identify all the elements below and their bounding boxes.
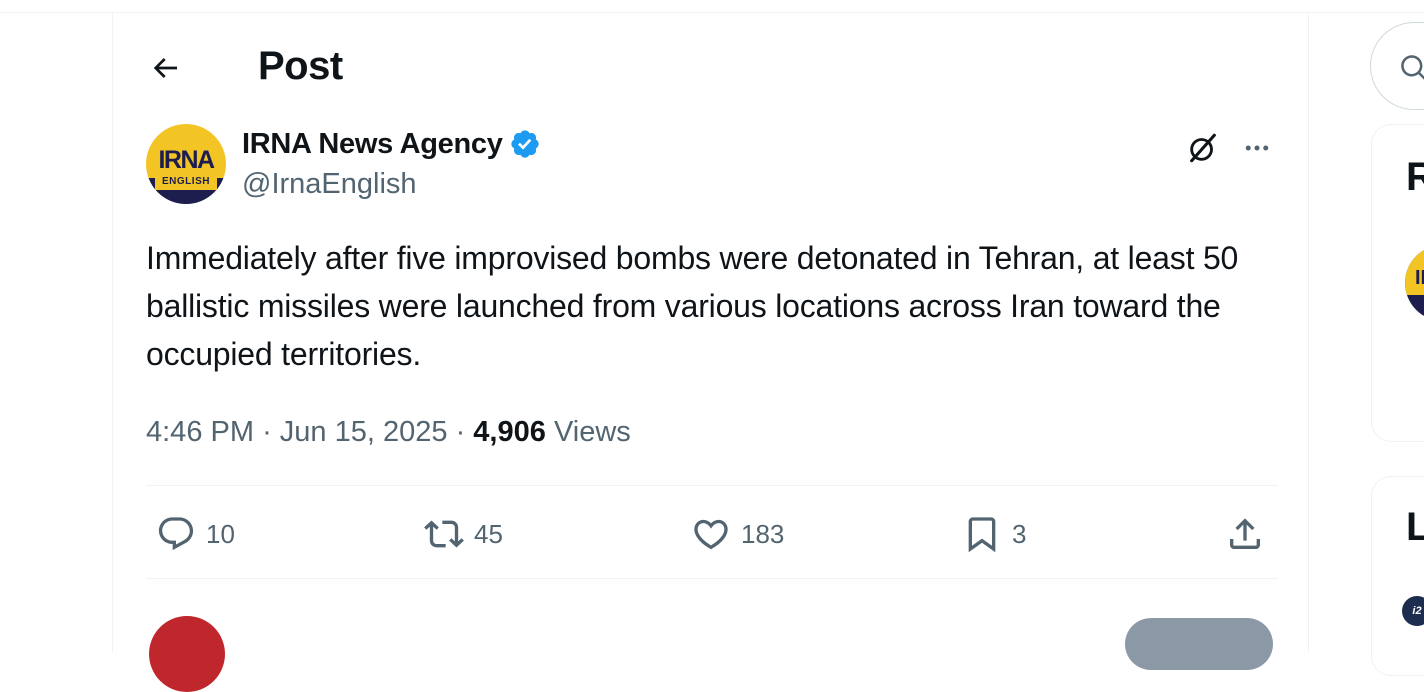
reply-submit-button[interactable]: [1125, 618, 1273, 670]
bookmark-icon: [968, 517, 996, 553]
page-title: Post: [258, 44, 343, 88]
share-button[interactable]: [1225, 510, 1265, 558]
like-button[interactable]: 183: [691, 510, 784, 558]
card-title: R: [1406, 155, 1424, 199]
post-metadata: 4:46 PM · Jun 15, 2025 · 4,906 Views: [146, 412, 631, 452]
card-title: L: [1406, 505, 1424, 549]
share-icon: [1230, 518, 1260, 549]
author-handle[interactable]: @IrnaEnglish: [242, 166, 417, 202]
card-avatar[interactable]: IR: [1405, 245, 1424, 321]
primary-column: Post IRNA ENGLISH IRNA News Agency @Irna…: [112, 12, 1309, 692]
views-label: Views: [553, 416, 631, 448]
bookmark-count: 3: [1012, 518, 1027, 549]
author-avatar[interactable]: IRNA ENGLISH: [146, 124, 226, 204]
page-header: Post: [113, 12, 1308, 120]
meta-separator: ·: [262, 416, 272, 448]
back-arrow-icon: [153, 58, 177, 78]
divider: [146, 578, 1278, 579]
trends-card: L: [1371, 476, 1424, 676]
post-date[interactable]: Jun 15, 2025: [280, 416, 448, 448]
repost-count: 45: [474, 518, 503, 549]
back-button[interactable]: [143, 46, 187, 90]
reply-button[interactable]: 10: [156, 510, 235, 558]
more-icon: [1245, 145, 1269, 151]
like-icon: [694, 519, 728, 550]
search-icon: [1401, 55, 1424, 80]
avatar-logo-subtext: ENGLISH: [155, 174, 217, 190]
author-name-link[interactable]: IRNA News Agency: [242, 126, 541, 162]
post-time[interactable]: 4:46 PM: [146, 416, 254, 448]
grok-button[interactable]: [1183, 128, 1223, 168]
current-user-avatar[interactable]: [149, 616, 225, 692]
like-count: 183: [741, 518, 785, 549]
reply-icon: [158, 517, 194, 551]
search-input[interactable]: [1370, 22, 1424, 110]
views-count: 4,906: [473, 416, 546, 448]
meta-separator: ·: [455, 416, 466, 448]
verified-badge-icon: [510, 130, 539, 158]
more-options-button[interactable]: [1237, 128, 1277, 168]
divider: [146, 485, 1278, 486]
repost-button[interactable]: 45: [424, 510, 503, 558]
repost-icon: [424, 520, 464, 548]
avatar-logo-text: IRNA: [158, 146, 215, 174]
post-text: Immediately after five improvised bombs …: [146, 240, 1239, 372]
trend-avatar[interactable]: i2: [1402, 596, 1424, 626]
reply-count: 10: [206, 518, 235, 549]
bookmark-button[interactable]: 3: [962, 510, 1026, 558]
relevant-people-card: R IR: [1371, 124, 1424, 442]
grok-icon: [1190, 133, 1216, 163]
author-name: IRNA News Agency: [242, 128, 503, 160]
